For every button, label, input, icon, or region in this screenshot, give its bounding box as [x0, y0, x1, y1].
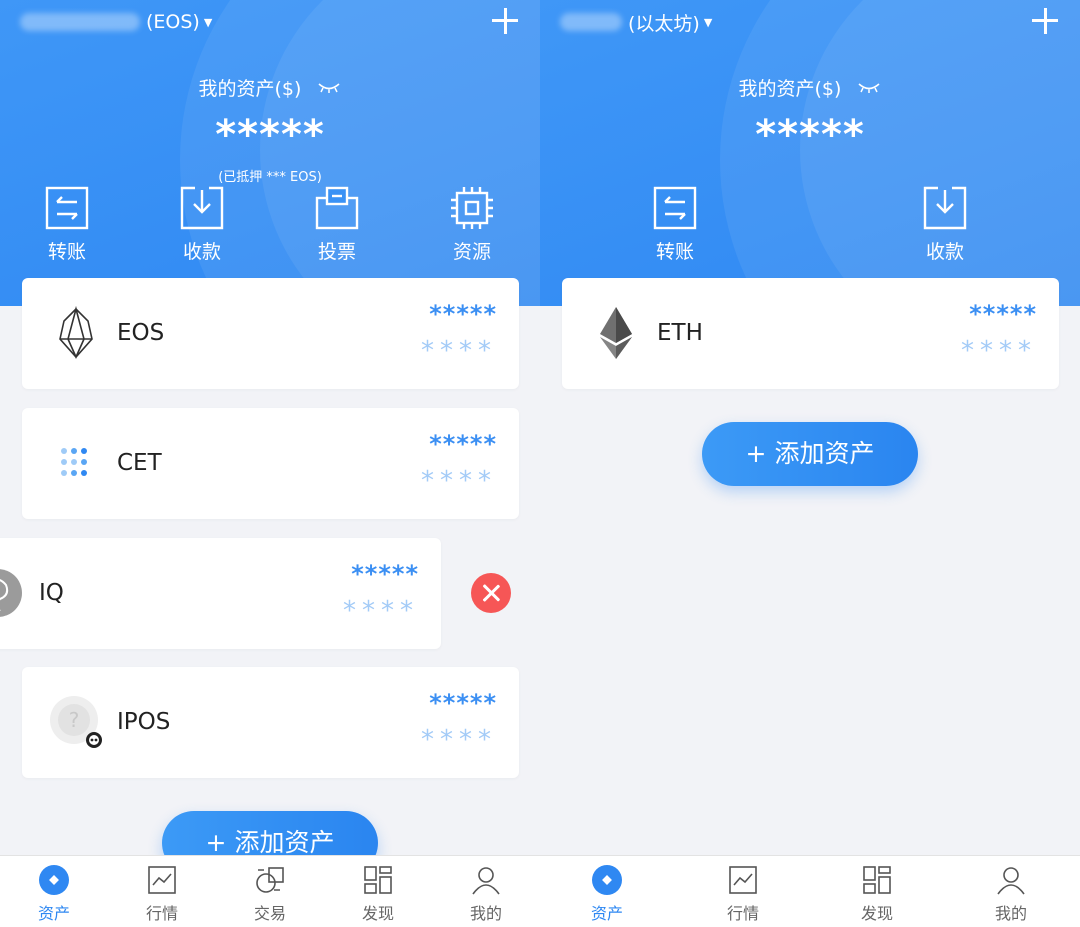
- asset-symbol: IQ: [39, 580, 64, 606]
- wallet-header: (EOS) ▼ 我的资产($) ***** (已抵押 *** EOS) 转账 收…: [0, 0, 540, 306]
- asset-value: *****: [429, 430, 497, 458]
- asset-symbol: EOS: [117, 320, 165, 346]
- add-wallet-plus-icon[interactable]: [1030, 6, 1060, 36]
- receive-label: 收款: [925, 241, 964, 263]
- wallet-name: (EOS): [146, 11, 200, 33]
- grid-icon: [364, 866, 392, 894]
- asset-symbol: IPOS: [117, 709, 171, 735]
- assets-tab-icon: [39, 865, 69, 895]
- asset-value: *****: [429, 300, 497, 328]
- ballot-box-icon: [315, 186, 359, 230]
- tab-assets[interactable]: 资产: [19, 864, 89, 924]
- receive-label: 收款: [182, 241, 221, 263]
- wallet-name-redacted: [560, 13, 622, 31]
- my-assets-label: 我的资产($): [0, 74, 540, 101]
- download-icon: [923, 186, 967, 230]
- tab-market[interactable]: 行情: [708, 864, 778, 924]
- asset-amount: ****: [421, 466, 497, 496]
- tab-market[interactable]: 行情: [127, 864, 197, 924]
- transfer-icon: [45, 186, 89, 230]
- tab-trade[interactable]: 交易: [235, 864, 305, 924]
- vote-label: 投票: [317, 241, 356, 263]
- my-assets-label: 我的资产($): [540, 74, 1080, 101]
- transfer-label: 转账: [47, 241, 86, 263]
- asset-amount: ****: [421, 336, 497, 366]
- cpu-chip-icon: [451, 187, 493, 229]
- asset-symbol: CET: [117, 450, 162, 476]
- chart-line-icon: [729, 866, 757, 894]
- eth-wallet-screen: (以太坊) ▼ 我的资产($) ***** 转账 收款 ETH ***** **…: [540, 0, 1080, 927]
- cet-logo-icon: [61, 448, 87, 476]
- transfer-button[interactable]: 转账: [630, 186, 720, 264]
- asset-card-eth[interactable]: ETH ***** ****: [562, 278, 1059, 389]
- asset-amount: ****: [343, 596, 419, 626]
- transfer-button[interactable]: 转账: [22, 186, 112, 264]
- wallet-header: (以太坊) ▼ 我的资产($) ***** 转账 收款: [540, 0, 1080, 306]
- eos-wallet-screen: (EOS) ▼ 我的资产($) ***** (已抵押 *** EOS) 转账 收…: [0, 0, 540, 927]
- receive-button[interactable]: 收款: [157, 186, 247, 264]
- chevron-down-icon: ▼: [703, 15, 713, 29]
- delete-asset-button[interactable]: [471, 573, 511, 613]
- total-assets-value: *****: [755, 112, 865, 158]
- asset-value: *****: [429, 689, 497, 717]
- asset-value: *****: [969, 300, 1037, 328]
- asset-amount: ****: [961, 336, 1037, 366]
- resources-button[interactable]: 资源: [427, 186, 517, 264]
- assets-tab-icon: [592, 865, 622, 895]
- bottom-tab-bar: 资产 行情 发现 我的: [540, 855, 1080, 927]
- eth-logo-icon: [600, 307, 632, 359]
- asset-card-iq[interactable]: IQ ***** ****: [0, 538, 441, 649]
- tab-assets[interactable]: 资产: [572, 864, 642, 924]
- asset-card-ipos[interactable]: ? IPOS ***** ****: [22, 667, 519, 778]
- eos-logo-icon: [59, 305, 93, 359]
- exchange-icon: [256, 867, 284, 893]
- tab-discover[interactable]: 发现: [842, 864, 912, 924]
- tab-profile[interactable]: 我的: [451, 864, 521, 924]
- ipos-logo-icon: ?: [50, 696, 102, 748]
- add-wallet-plus-icon[interactable]: [490, 6, 520, 36]
- asset-value: *****: [351, 560, 419, 588]
- grid-icon: [863, 866, 891, 894]
- total-assets-value: *****: [215, 112, 325, 158]
- user-icon: [472, 867, 500, 895]
- asset-card-eos[interactable]: EOS ***** ****: [22, 278, 519, 389]
- transfer-icon: [653, 186, 697, 230]
- asset-amount: ****: [421, 725, 497, 755]
- asset-card-cet[interactable]: CET ***** ****: [22, 408, 519, 519]
- tab-profile[interactable]: 我的: [976, 864, 1046, 924]
- staked-note: (已抵押 *** EOS): [218, 170, 322, 185]
- user-icon: [997, 867, 1025, 895]
- tab-discover[interactable]: 发现: [343, 864, 413, 924]
- add-asset-button[interactable]: + 添加资产: [702, 422, 918, 486]
- iq-logo-icon: [0, 569, 22, 617]
- svg-text:?: ?: [69, 708, 80, 732]
- resources-label: 资源: [452, 241, 491, 263]
- chevron-down-icon: ▼: [203, 15, 213, 29]
- wallet-name-redacted: [20, 13, 140, 31]
- wallet-selector[interactable]: (EOS) ▼: [20, 9, 212, 35]
- wallet-name: (以太坊): [628, 12, 700, 35]
- transfer-label: 转账: [655, 241, 694, 263]
- download-icon: [180, 186, 224, 230]
- eye-closed-icon[interactable]: [317, 81, 341, 95]
- vote-button[interactable]: 投票: [292, 186, 382, 264]
- chart-line-icon: [148, 866, 176, 894]
- asset-symbol: ETH: [657, 320, 703, 346]
- eye-closed-icon[interactable]: [857, 81, 881, 95]
- receive-button[interactable]: 收款: [900, 186, 990, 264]
- wallet-selector[interactable]: (以太坊) ▼: [560, 9, 712, 35]
- bottom-tab-bar: 资产 行情 交易 发现 我的: [0, 855, 540, 927]
